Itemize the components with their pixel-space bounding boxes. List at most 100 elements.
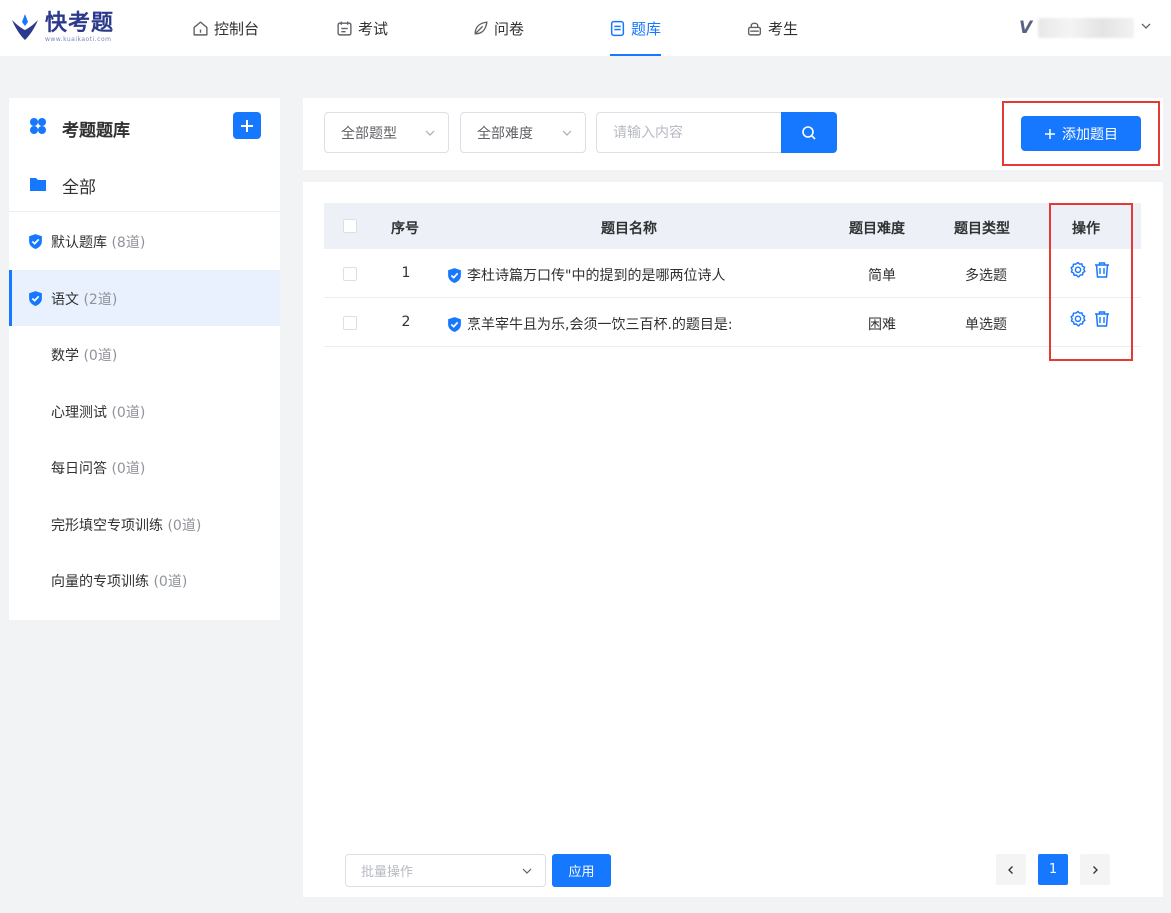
nav-active-indicator bbox=[610, 54, 661, 56]
chevron-down-icon bbox=[424, 127, 436, 143]
nav-survey[interactable]: 问卷 bbox=[472, 0, 524, 56]
annotation-highlight-actions bbox=[1049, 203, 1133, 361]
table-row: 2 烹羊宰牛且为乐,会须一饮三百杯.的题目是: 困难 单选题 bbox=[324, 298, 1141, 347]
select-all-checkbox[interactable] bbox=[343, 219, 357, 233]
bank-count: (0道) bbox=[153, 574, 188, 590]
sidebar-item-psychology[interactable]: 心理测试 (0道) bbox=[9, 383, 280, 440]
row-index: 1 bbox=[401, 265, 411, 281]
bank-count: (8道) bbox=[111, 235, 146, 251]
bank-count: (0道) bbox=[167, 517, 202, 534]
row-difficulty: 困难 bbox=[868, 317, 896, 333]
brand-logo[interactable]: 快考题 www.kuaikaoti.com bbox=[9, 10, 114, 46]
bank-count: (0道) bbox=[111, 404, 146, 421]
batch-operation-select[interactable]: 批量操作 bbox=[345, 854, 546, 887]
bank-name: 每日问答 bbox=[51, 461, 107, 477]
logo-mark-icon bbox=[9, 12, 41, 44]
search-input[interactable] bbox=[596, 112, 782, 153]
header-difficulty: 题目难度 bbox=[849, 221, 905, 237]
home-icon bbox=[193, 20, 208, 36]
sidebar-item-default-bank[interactable]: 默认题库 (8道) bbox=[9, 213, 280, 270]
bank-name: 数学 bbox=[51, 348, 79, 364]
annotation-highlight-add bbox=[1002, 101, 1160, 166]
bank-name: 语文 bbox=[51, 291, 79, 308]
question-bank-sidebar: 考题题库 全部 默认题库 (8道) 语文 (2道) 数学 (0道) 心理测试 (… bbox=[9, 98, 280, 620]
calendar-icon bbox=[337, 21, 352, 36]
row-name-cell[interactable]: 烹羊宰牛且为乐,会须一饮三百杯.的题目是: bbox=[446, 314, 733, 334]
bank-name: 默认题库 bbox=[51, 235, 107, 251]
chevron-down-icon bbox=[561, 127, 573, 143]
brand-sub: www.kuaikaoti.com bbox=[45, 36, 112, 43]
question-type-select[interactable]: 全部题型 bbox=[324, 112, 449, 153]
chevron-right-icon bbox=[1093, 865, 1098, 874]
sidebar-item-chinese[interactable]: 语文 (2道) bbox=[9, 269, 280, 326]
row-index: 2 bbox=[401, 314, 411, 330]
brand-name: 快考题 bbox=[45, 11, 115, 36]
header-type: 题目类型 bbox=[954, 221, 1010, 237]
row-checkbox[interactable] bbox=[343, 316, 357, 330]
row-checkbox[interactable] bbox=[343, 267, 357, 281]
nav-candidates[interactable]: 考生 bbox=[746, 0, 798, 56]
question-type-value: 全部题型 bbox=[341, 125, 397, 142]
chevron-down-icon bbox=[1140, 20, 1152, 36]
nav-survey-label: 问卷 bbox=[494, 19, 525, 38]
difficulty-value: 全部难度 bbox=[477, 125, 533, 142]
sidebar-header: 考题题库 bbox=[9, 98, 280, 156]
chevron-left-icon bbox=[1008, 865, 1013, 874]
apply-button[interactable]: 应用 bbox=[552, 854, 611, 887]
category-grid-icon bbox=[29, 117, 47, 139]
leaf-icon bbox=[474, 20, 488, 35]
chevron-down-icon bbox=[521, 865, 533, 881]
sidebar-item-math[interactable]: 数学 (0道) bbox=[9, 326, 280, 383]
next-page-button[interactable] bbox=[1080, 854, 1110, 885]
add-bank-button[interactable] bbox=[233, 112, 261, 139]
bank-count: (0道) bbox=[111, 461, 146, 477]
sidebar-item-all-label: 全部 bbox=[62, 178, 96, 198]
nav-dashboard-label: 控制台 bbox=[214, 19, 260, 38]
table-header: 序号 题目名称 题目难度 题目类型 操作 bbox=[324, 203, 1141, 249]
search-icon bbox=[802, 125, 816, 140]
user-menu[interactable]: V bbox=[1019, 14, 1152, 42]
sidebar-item-vectors[interactable]: 向量的专项训练 (0道) bbox=[9, 552, 280, 609]
top-navbar: 快考题 www.kuaikaoti.com 控制台 考试 问卷 题库 考生 V bbox=[0, 0, 1171, 56]
question-table-panel: 序号 题目名称 题目难度 题目类型 操作 1 李杜诗篇万口传"中的提到的是哪两位… bbox=[303, 182, 1163, 897]
lock-icon bbox=[747, 22, 762, 36]
verified-shield-icon bbox=[27, 233, 44, 254]
sidebar-item-daily-qa[interactable]: 每日问答 (0道) bbox=[9, 439, 280, 496]
nav-question-bank[interactable]: 题库 bbox=[609, 0, 661, 56]
nav-question-bank-label: 题库 bbox=[631, 19, 662, 38]
nav-dashboard[interactable]: 控制台 bbox=[192, 0, 259, 56]
verified-shield-icon bbox=[448, 316, 461, 332]
bank-count: (0道) bbox=[83, 348, 118, 364]
user-initial: V bbox=[1019, 18, 1033, 38]
plus-icon bbox=[241, 119, 253, 132]
row-name: 烹羊宰牛且为乐,会须一饮三百杯.的题目是: bbox=[467, 317, 733, 333]
verified-shield-icon bbox=[27, 290, 44, 311]
nav-exam-label: 考试 bbox=[358, 19, 389, 38]
row-name-cell[interactable]: 李杜诗篇万口传"中的提到的是哪两位诗人 bbox=[446, 265, 725, 285]
page-number-button[interactable]: 1 bbox=[1038, 854, 1068, 885]
sidebar-item-cloze[interactable]: 完形填空专项训练 (0道) bbox=[9, 496, 280, 553]
difficulty-select[interactable]: 全部难度 bbox=[460, 112, 586, 153]
sidebar-title: 考题题库 bbox=[62, 121, 130, 141]
verified-shield-icon bbox=[448, 267, 461, 283]
document-icon bbox=[610, 20, 625, 36]
nav-exam[interactable]: 考试 bbox=[336, 0, 388, 56]
row-type: 多选题 bbox=[965, 268, 1007, 284]
prev-page-button[interactable] bbox=[996, 854, 1026, 885]
header-index: 序号 bbox=[391, 221, 419, 237]
table-row: 1 李杜诗篇万口传"中的提到的是哪两位诗人 简单 多选题 bbox=[324, 249, 1141, 298]
folder-icon bbox=[29, 176, 47, 196]
sidebar-item-all[interactable]: 全部 bbox=[9, 156, 280, 212]
row-difficulty: 简单 bbox=[868, 268, 896, 284]
header-name: 题目名称 bbox=[601, 221, 657, 237]
bank-list: 默认题库 (8道) 语文 (2道) 数学 (0道) 心理测试 (0道) 每日问答… bbox=[9, 213, 280, 609]
row-type: 单选题 bbox=[965, 317, 1007, 333]
user-name-redacted bbox=[1038, 18, 1135, 38]
search-button[interactable] bbox=[781, 112, 837, 153]
bank-count: (2道) bbox=[83, 291, 118, 308]
bank-name: 心理测试 bbox=[51, 404, 107, 421]
bank-name: 向量的专项训练 bbox=[51, 574, 149, 590]
batch-operation-placeholder: 批量操作 bbox=[361, 865, 414, 880]
bank-name: 完形填空专项训练 bbox=[51, 517, 163, 534]
row-name: 李杜诗篇万口传"中的提到的是哪两位诗人 bbox=[467, 268, 726, 284]
